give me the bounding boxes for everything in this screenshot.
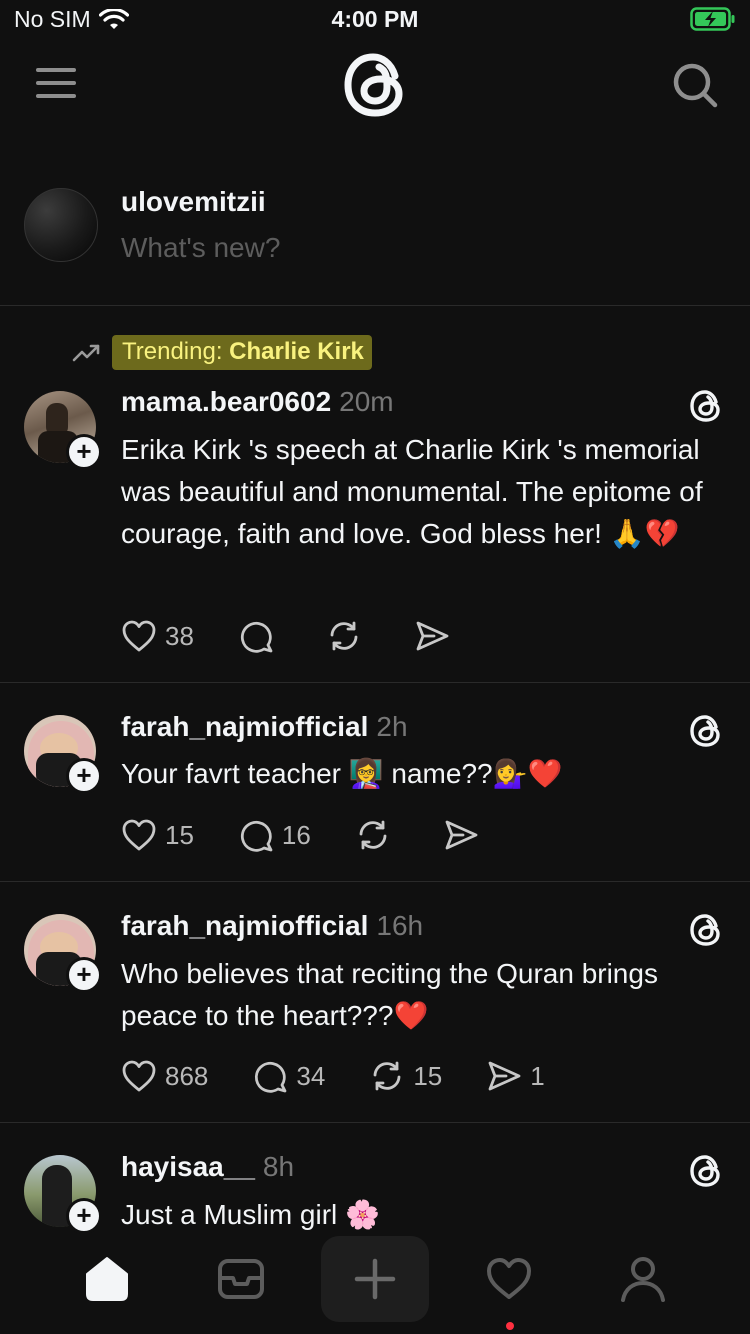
comment-icon bbox=[240, 621, 273, 653]
avatar[interactable] bbox=[24, 188, 98, 262]
bottom-tab-bar bbox=[0, 1234, 750, 1334]
like-count: 868 bbox=[165, 1060, 209, 1091]
like-count: 38 bbox=[165, 620, 194, 651]
new-thread-composer[interactable]: ulovemitzii What's new? bbox=[0, 180, 750, 306]
post-header: mama.bear0602 20m bbox=[121, 386, 394, 418]
plus-icon bbox=[354, 1258, 396, 1300]
thread-post[interactable]: + farah_najmiofficial 2h Your favrt teach… bbox=[0, 683, 750, 882]
post-body: Your favrt teacher 👩‍🏫 name??💁‍♀️❤️ bbox=[121, 758, 563, 789]
battery-icon bbox=[690, 7, 736, 36]
repost-button[interactable] bbox=[355, 817, 399, 853]
repost-button[interactable]: 15 bbox=[369, 1058, 442, 1094]
reply-count: 16 bbox=[281, 819, 311, 850]
like-button[interactable]: 15 bbox=[121, 818, 194, 852]
share-button[interactable]: 1 bbox=[486, 1058, 545, 1094]
tab-home[interactable] bbox=[72, 1244, 142, 1314]
threads-mark-icon[interactable] bbox=[688, 388, 724, 424]
post-username[interactable]: farah_najmiofficial bbox=[121, 910, 368, 941]
reply-button[interactable]: 16 bbox=[238, 817, 311, 853]
share-button[interactable] bbox=[443, 817, 487, 853]
menu-icon[interactable] bbox=[36, 68, 76, 98]
repost-button[interactable] bbox=[326, 618, 370, 654]
post-time: 8h bbox=[262, 1151, 295, 1182]
follow-button[interactable]: + bbox=[66, 1198, 102, 1234]
reply-count: 34 bbox=[296, 1060, 326, 1091]
post-body: Erika Kirk 's speech at Charlie Kirk 's … bbox=[121, 434, 703, 549]
repost-icon bbox=[373, 1061, 401, 1091]
post-time: 2h bbox=[376, 711, 408, 742]
like-button[interactable]: 38 bbox=[121, 619, 194, 653]
post-time: 20m bbox=[339, 386, 394, 417]
trending-tag[interactable]: Trending: Charlie Kirk bbox=[72, 335, 372, 370]
like-button[interactable]: 868 bbox=[121, 1059, 208, 1093]
tab-profile[interactable] bbox=[608, 1244, 678, 1314]
post-actions: 38 bbox=[121, 618, 502, 654]
comment-icon bbox=[255, 1061, 287, 1093]
repost-icon bbox=[330, 621, 358, 651]
post-username[interactable]: farah_najmiofficial bbox=[121, 711, 368, 742]
tab-activity[interactable] bbox=[474, 1244, 544, 1314]
send-icon bbox=[488, 1061, 521, 1091]
thread-post[interactable]: + mama.bear0602 20m Erika Kirk 's speech … bbox=[0, 380, 750, 683]
post-username[interactable]: mama.bear0602 bbox=[121, 386, 331, 417]
threads-feed-screen: No SIM 4:00 PM ulovemitzii What's new? T… bbox=[0, 0, 750, 1334]
reply-button[interactable]: 34 bbox=[252, 1058, 325, 1094]
heart-icon bbox=[122, 1060, 156, 1092]
thread-post[interactable]: + farah_najmiofficial 16h Who believes th… bbox=[0, 882, 750, 1123]
threads-logo-icon[interactable] bbox=[341, 50, 409, 120]
repost-count: 15 bbox=[413, 1060, 443, 1091]
post-username[interactable]: hayisaa__ bbox=[121, 1151, 255, 1182]
heart-icon bbox=[122, 819, 156, 851]
app-header bbox=[0, 50, 750, 120]
follow-button[interactable]: + bbox=[66, 758, 102, 794]
status-bar: No SIM 4:00 PM bbox=[0, 0, 750, 40]
post-header: farah_najmiofficial 2h bbox=[121, 711, 408, 743]
send-icon bbox=[416, 621, 449, 651]
tab-compose[interactable] bbox=[321, 1236, 429, 1322]
notification-dot bbox=[506, 1322, 514, 1330]
follow-button[interactable]: + bbox=[66, 434, 102, 470]
whats-new-input[interactable]: What's new? bbox=[121, 232, 280, 264]
search-icon[interactable] bbox=[672, 62, 718, 108]
clock: 4:00 PM bbox=[331, 6, 419, 32]
home-icon bbox=[86, 1257, 128, 1301]
post-body: Just a Muslim girl 🌸 bbox=[121, 1199, 380, 1230]
trending-topic: Charlie Kirk bbox=[229, 338, 364, 365]
threads-mark-icon[interactable] bbox=[688, 713, 724, 749]
comment-icon bbox=[240, 820, 273, 852]
threads-mark-icon[interactable] bbox=[688, 912, 724, 948]
trending-up-icon bbox=[72, 344, 100, 361]
post-time: 16h bbox=[376, 910, 424, 941]
post-body: Who believes that reciting the Quran bri… bbox=[121, 958, 658, 1031]
follow-button[interactable]: + bbox=[66, 957, 102, 993]
share-button[interactable] bbox=[414, 618, 458, 654]
inbox-icon bbox=[218, 1259, 264, 1299]
send-icon bbox=[445, 820, 478, 850]
reply-button[interactable] bbox=[238, 618, 282, 654]
heart-icon bbox=[487, 1258, 531, 1299]
post-actions: 15 16 bbox=[121, 817, 531, 853]
post-actions: 868 34 15 1 bbox=[121, 1058, 589, 1094]
post-header: hayisaa__ 8h bbox=[121, 1151, 294, 1183]
tab-inbox[interactable] bbox=[206, 1244, 276, 1314]
threads-mark-icon[interactable] bbox=[688, 1153, 724, 1189]
share-count: 1 bbox=[530, 1060, 545, 1091]
composer-username: ulovemitzii bbox=[121, 186, 266, 217]
trending-prefix: Trending: bbox=[122, 338, 230, 365]
heart-icon bbox=[122, 620, 156, 652]
post-header: farah_najmiofficial 16h bbox=[121, 910, 423, 942]
profile-icon bbox=[621, 1257, 665, 1302]
repost-icon bbox=[359, 820, 387, 850]
trending-label[interactable]: Trending: Charlie Kirk bbox=[112, 335, 372, 370]
like-count: 15 bbox=[165, 819, 194, 850]
